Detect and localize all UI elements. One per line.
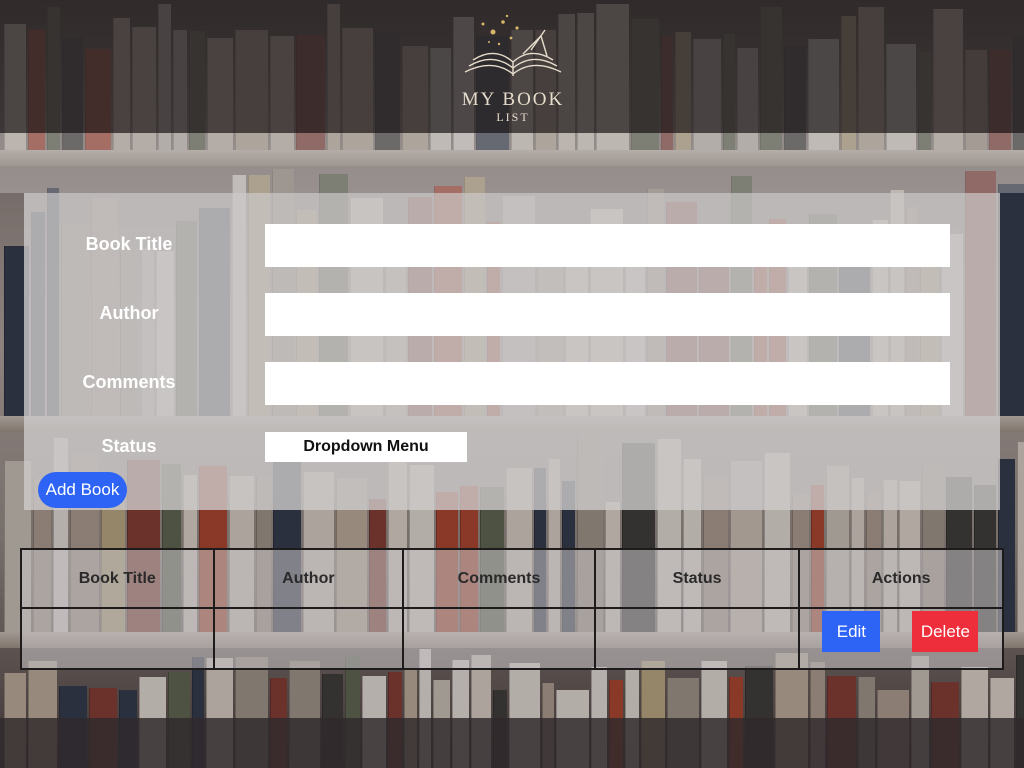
header-band [0, 133, 1024, 193]
logo-title: MY BOOK [461, 89, 565, 110]
delete-button[interactable]: Delete [912, 611, 979, 652]
open-book-icon [464, 14, 562, 76]
book-title-input[interactable] [265, 224, 950, 267]
column-header-book-title: Book Title [20, 548, 215, 609]
cell-comments [402, 607, 596, 670]
site-logo[interactable]: MY BOOK LIST [448, 10, 578, 128]
logo-subtitle: LIST [496, 110, 530, 124]
author-label: Author [99, 303, 159, 323]
column-header-actions: Actions [798, 548, 1004, 609]
cell-author [212, 607, 405, 670]
edit-button[interactable]: Edit [822, 611, 881, 652]
comments-input[interactable] [265, 362, 950, 405]
table-row: Edit Delete [20, 607, 1004, 670]
cell-actions: Edit Delete [798, 607, 1004, 670]
column-header-comments: Comments [402, 548, 596, 609]
author-input[interactable] [265, 293, 950, 336]
status-dropdown[interactable]: Dropdown Menu [265, 432, 467, 462]
table-header-row: Book Title Author Comments Status Action… [20, 548, 1004, 609]
column-header-author: Author [212, 548, 405, 609]
book-table: Book Title Author Comments Status Action… [20, 548, 1004, 670]
status-label: Status [101, 436, 157, 456]
cell-book-title [20, 607, 215, 670]
add-book-button[interactable]: Add Book [38, 472, 127, 508]
cell-status [593, 607, 801, 670]
column-header-status: Status [593, 548, 801, 609]
comments-label: Comments [82, 372, 176, 392]
footer-bar [0, 718, 1024, 768]
book-title-label: Book Title [85, 234, 173, 254]
